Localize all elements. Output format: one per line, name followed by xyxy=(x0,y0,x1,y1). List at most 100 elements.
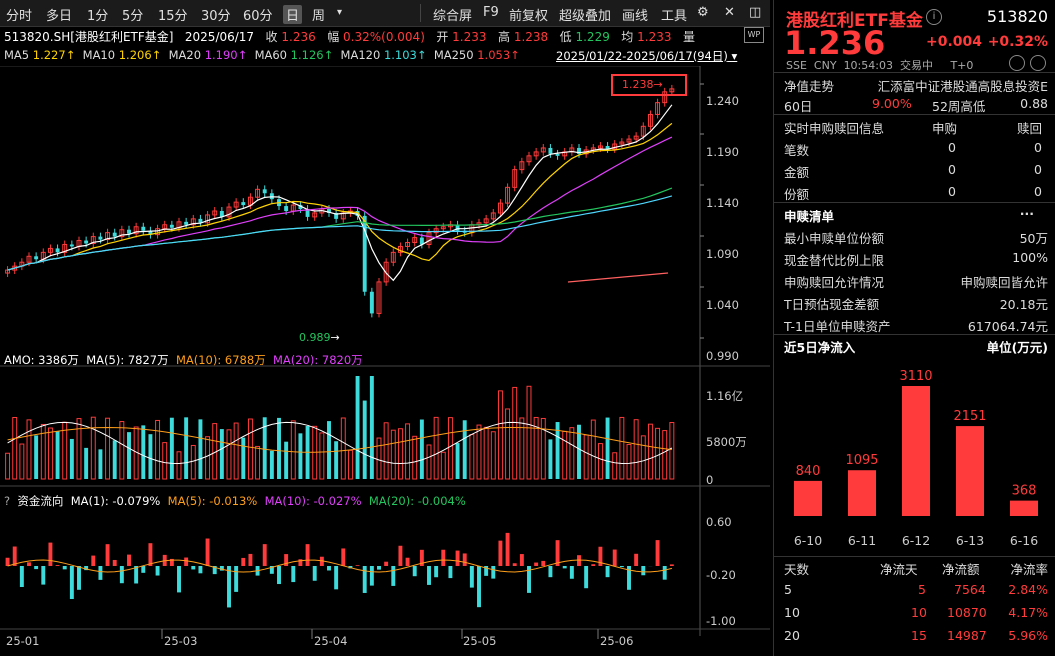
amo-bar-up xyxy=(597,443,603,480)
high-mark-label: 1.238→ xyxy=(622,78,663,91)
amo-axis-zero: 0 xyxy=(706,473,714,487)
flow-bar xyxy=(427,566,431,585)
subscription-row: 份额 0 0 xyxy=(784,184,1042,202)
more-icon[interactable]: ··· xyxy=(1020,206,1034,221)
amo-bar-up xyxy=(655,427,661,480)
amo-bar-up xyxy=(619,416,625,480)
draw-line-button[interactable]: 画线 xyxy=(622,5,648,24)
flow-bar xyxy=(27,562,31,566)
flow-bar xyxy=(612,549,617,566)
flow-bar xyxy=(641,566,646,576)
amo-bar-down xyxy=(219,429,224,479)
amo-bar-up xyxy=(190,444,196,480)
inflow-bar xyxy=(848,470,876,516)
amo-bar-up xyxy=(562,430,568,480)
settings-gear-icon[interactable]: ⚙ xyxy=(697,5,709,20)
flow-bar xyxy=(469,566,474,588)
amo-axis-mid: 5800万 xyxy=(706,435,747,449)
expand-icon[interactable]: ◫ xyxy=(749,5,761,20)
amo-bar-up xyxy=(26,419,32,480)
flow-bar xyxy=(98,566,103,580)
list-item: T日预估现金差额 20.18元 xyxy=(784,297,1048,312)
composite-screen-button[interactable]: 综合屏 xyxy=(433,5,472,24)
amo-bar-down xyxy=(362,400,367,479)
period-tab-week[interactable]: 周 xyxy=(312,5,325,24)
flow-bar xyxy=(205,538,210,566)
f9-button[interactable]: F9 xyxy=(483,5,499,20)
candle-body-down xyxy=(127,229,131,234)
amo-bar-up xyxy=(440,451,446,480)
amo-bar-down xyxy=(55,430,60,479)
flow-bar xyxy=(77,566,81,590)
subscription-row: 金额 0 0 xyxy=(784,162,1042,180)
forward-adjust-button[interactable]: 前复权 xyxy=(509,5,548,24)
amo-bar-up xyxy=(205,436,211,480)
amo-bar-up xyxy=(319,432,325,480)
amo-bar-down xyxy=(112,440,117,479)
candle-body-down xyxy=(34,256,39,260)
flow-bar xyxy=(184,557,189,566)
date-range[interactable]: 2025/01/22-2025/06/17(94日) ▾ xyxy=(556,48,737,64)
quote-date: 2025/06/17 xyxy=(184,30,255,44)
period-tab-60min[interactable]: 60分 xyxy=(243,5,273,24)
amo-bar-up xyxy=(226,429,232,480)
super-overlay-button[interactable]: 超级叠加 xyxy=(559,5,611,24)
price-change-pct: +0.32% xyxy=(987,34,1048,50)
date-label-may: 25-05 xyxy=(463,634,497,648)
inflow-bar-value: 1095 xyxy=(845,453,878,468)
date-label-mar: 25-03 xyxy=(164,634,198,648)
flow-bar xyxy=(619,566,624,568)
amo-bar-down xyxy=(419,419,424,479)
period-tab-multiday[interactable]: 多日 xyxy=(46,5,72,24)
candle-body-down xyxy=(69,244,74,247)
period-tab-15min[interactable]: 15分 xyxy=(158,5,188,24)
flow-bar xyxy=(112,559,117,566)
period-tab-30min[interactable]: 30分 xyxy=(201,5,231,24)
period-tab-timeshare[interactable]: 分时 xyxy=(6,5,32,24)
amo-bar-down xyxy=(34,435,39,479)
flow-bar xyxy=(62,566,67,570)
close-icon[interactable]: ✕ xyxy=(724,5,735,20)
inflow-table-row: 5 5 7564 2.84% xyxy=(784,582,1048,597)
period-tab-day[interactable]: 日 xyxy=(283,5,303,24)
amo-bar-up xyxy=(647,423,653,480)
amo-bar-up xyxy=(505,408,511,480)
amo-bar-up xyxy=(433,416,439,480)
inflow-bar-date: 6-10 xyxy=(794,533,822,548)
period-tab-1min[interactable]: 1分 xyxy=(87,5,108,24)
amo-bar-up xyxy=(90,416,96,480)
flow-bar xyxy=(12,546,17,566)
inflow-bar-value: 368 xyxy=(1012,484,1037,499)
amo-bar-down xyxy=(148,434,153,479)
flow-bar xyxy=(662,566,667,580)
flow-bar xyxy=(277,566,281,585)
flow-info-line: ? 资金流向 MA(1): -0.079% MA(5): -0.013% MA(… xyxy=(4,494,466,508)
period-dropdown-icon[interactable]: ▾ xyxy=(337,7,342,18)
amo-bar-up xyxy=(347,449,353,480)
nav-row[interactable]: 净值走势 汇添富中证港股通高股息投资E xyxy=(784,76,1048,96)
flow-bar xyxy=(341,548,346,566)
flow-bar xyxy=(441,549,446,566)
flow-bar xyxy=(148,543,153,566)
amo-bar-up xyxy=(405,423,411,480)
amo-bar-down xyxy=(327,421,331,479)
flow-bar xyxy=(19,566,24,588)
period-tab-5min[interactable]: 5分 xyxy=(122,5,143,24)
flow-bar xyxy=(334,566,339,590)
info-icon[interactable]: i xyxy=(926,9,942,25)
flow-bar xyxy=(234,566,239,592)
price-change: +0.004 xyxy=(926,34,983,50)
stat-row: 60日 9.00% 52周高低 0.88 xyxy=(784,96,1048,114)
flow-bar xyxy=(377,566,381,570)
wp-icon[interactable]: WP xyxy=(744,27,764,43)
candle-body-down xyxy=(98,236,103,240)
tools-button[interactable]: 工具 xyxy=(661,5,687,24)
security-code: 513820.SH[港股红利ETF基金] xyxy=(4,30,174,44)
subscription-row: 笔数 0 0 xyxy=(784,140,1042,158)
amo-bar-down xyxy=(269,450,274,479)
flow-bar xyxy=(48,542,53,566)
flow-bar xyxy=(534,562,539,566)
flow-bar xyxy=(198,566,203,574)
inflow-bar xyxy=(1010,500,1038,516)
flow-bar xyxy=(312,566,317,581)
